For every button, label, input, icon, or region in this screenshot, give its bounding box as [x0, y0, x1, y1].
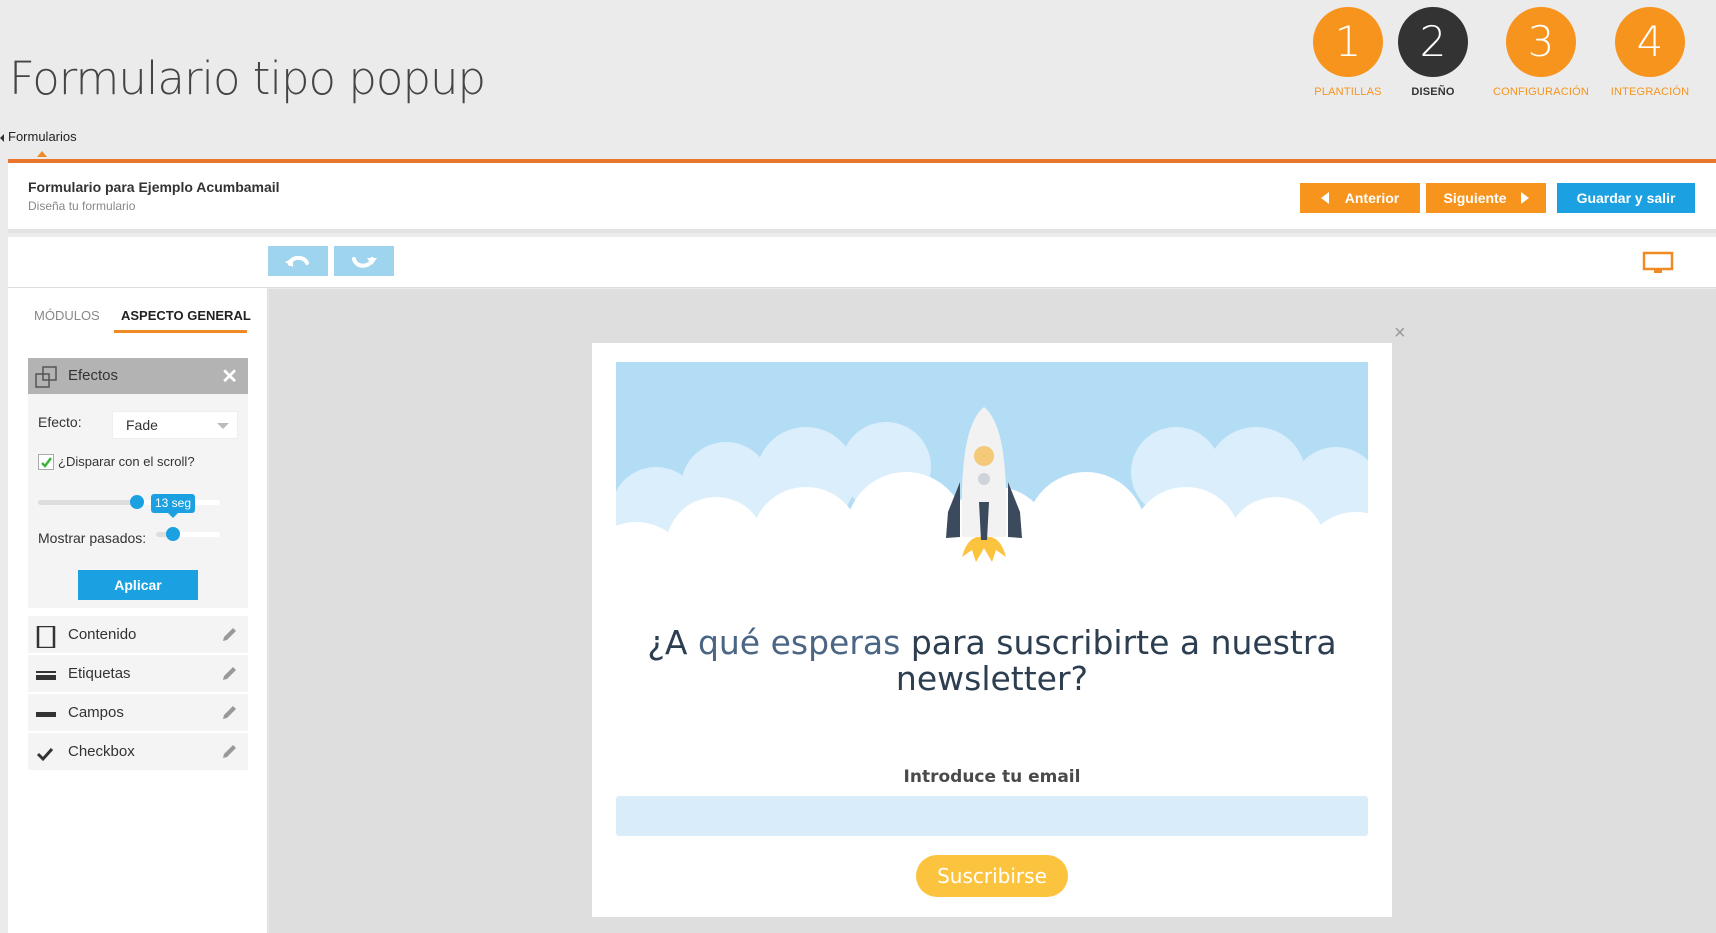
module-checkbox[interactable]: Checkbox: [28, 733, 248, 770]
field-icon: [36, 712, 56, 717]
effect-select[interactable]: Fade: [112, 411, 238, 439]
redo-icon: [352, 257, 377, 268]
tab-modulos[interactable]: MÓDULOS: [34, 308, 100, 323]
pencil-icon[interactable]: [221, 665, 238, 682]
checkmark-icon: [36, 747, 54, 762]
undo-icon: [285, 255, 309, 267]
step-label: CONFIGURACIÓN: [1492, 86, 1590, 98]
previous-label: Anterior: [1344, 190, 1400, 206]
breadcrumb[interactable]: Formularios: [0, 129, 77, 157]
effects-panel-title: Efectos: [68, 367, 119, 384]
rocket-clouds-image: [616, 362, 1368, 602]
email-field[interactable]: [616, 796, 1368, 836]
sidebar: MÓDULOS ASPECTO GENERAL Efectos ✕ Efecto…: [8, 288, 268, 933]
popup-close-icon[interactable]: ×: [1394, 322, 1406, 345]
effects-panel-header: Efectos ✕: [28, 358, 248, 394]
show-past-label: Mostrar pasados:: [38, 530, 147, 546]
scroll-slider-handle[interactable]: [130, 495, 144, 509]
step-number: 2: [1398, 7, 1468, 77]
module-label: Contenido: [68, 626, 137, 643]
arrow-right-icon: [1520, 192, 1529, 205]
show-past-slider-handle[interactable]: [166, 527, 180, 541]
step-number: 1: [1313, 7, 1383, 77]
wizard-steps: 1 PLANTILLAS 2 DISEÑO 3 CONFIGURACIÓN 4 …: [1296, 7, 1716, 107]
effects-icon: [35, 366, 57, 388]
scroll-trigger-label: ¿Disparar con el scroll?: [58, 454, 195, 469]
slider-value-tooltip: 13 seg: [151, 494, 196, 518]
scroll-trigger-checkbox[interactable]: [38, 454, 54, 470]
breadcrumb-pointer-icon: [37, 151, 47, 157]
close-icon[interactable]: ✕: [221, 364, 238, 389]
form-header: Formulario para Ejemplo Acumbamail Diseñ…: [8, 163, 1716, 233]
email-label: Introduce tu email: [903, 767, 1081, 787]
step-diseno[interactable]: 2 DISEÑO: [1378, 7, 1488, 98]
label-icon: [36, 671, 56, 680]
redo-button[interactable]: [334, 246, 394, 276]
hero-illustration: [616, 362, 1368, 602]
checkmark-icon: [41, 457, 52, 468]
editor-toolbar: [8, 237, 1716, 288]
undo-button[interactable]: [268, 246, 328, 276]
module-contenido[interactable]: Contenido: [28, 616, 248, 653]
module-label: Checkbox: [68, 743, 135, 760]
step-number: 4: [1615, 7, 1685, 77]
step-label: DISEÑO: [1411, 86, 1455, 98]
step-number: 3: [1506, 7, 1576, 77]
step-configuracion[interactable]: 3 CONFIGURACIÓN: [1486, 7, 1596, 98]
page-title: Formulario tipo popup: [9, 52, 486, 105]
caret-left-icon: [0, 134, 4, 142]
step-integracion[interactable]: 4 INTEGRACIÓN: [1595, 7, 1705, 98]
apply-button[interactable]: Aplicar: [78, 570, 198, 600]
effect-label: Efecto:: [38, 414, 82, 430]
effect-select-value: Fade: [126, 417, 158, 433]
tab-aspecto-general[interactable]: ASPECTO GENERAL: [121, 308, 251, 323]
module-campos[interactable]: Campos: [28, 694, 248, 731]
headline-part1: ¿A: [647, 623, 698, 662]
popup-headline: ¿A qué esperas para suscribirte a nuestr…: [616, 625, 1368, 697]
breadcrumb-label[interactable]: Formularios: [8, 129, 77, 144]
previous-button[interactable]: Anterior: [1300, 183, 1420, 213]
module-list: Contenido Etiquetas Campos Checkbox: [28, 616, 248, 772]
effects-panel-body: Efecto: Fade ¿Disparar con el scroll? Mo…: [28, 394, 248, 608]
chevron-down-icon: [217, 423, 229, 429]
pencil-icon[interactable]: [221, 743, 238, 760]
module-label: Etiquetas: [68, 665, 131, 682]
form-name: Formulario para Ejemplo Acumbamail: [28, 179, 280, 195]
pencil-icon[interactable]: [221, 626, 238, 643]
desktop-preview-icon[interactable]: [1642, 251, 1674, 275]
next-button[interactable]: Siguiente: [1426, 183, 1546, 213]
step-label: INTEGRACIÓN: [1610, 86, 1690, 98]
save-and-exit-button[interactable]: Guardar y salir: [1557, 183, 1695, 213]
active-tab-indicator: [114, 330, 247, 333]
module-etiquetas[interactable]: Etiquetas: [28, 655, 248, 692]
popup-preview: ¿A qué esperas para suscribirte a nuestr…: [592, 343, 1392, 917]
subscribe-button[interactable]: Suscribirse: [916, 855, 1068, 897]
content-block-icon: [36, 626, 56, 648]
form-subtitle: Diseña tu formulario: [28, 199, 136, 213]
module-label: Campos: [68, 704, 124, 721]
headline-part2: para suscribirte a nuestra newsletter?: [895, 623, 1337, 698]
headline-highlight: qué esperas: [697, 623, 901, 662]
arrow-left-icon: [1320, 192, 1329, 205]
next-label: Siguiente: [1443, 190, 1507, 206]
scroll-slider-fill: [38, 500, 138, 505]
pencil-icon[interactable]: [221, 704, 238, 721]
